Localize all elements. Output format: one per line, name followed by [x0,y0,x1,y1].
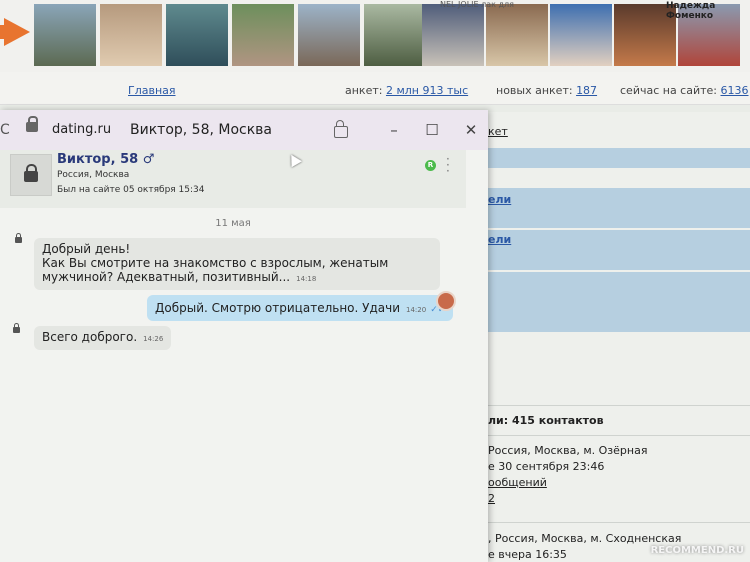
message-time: 14:18 [296,275,317,283]
watermark: RECOMMEND.RU [650,545,744,556]
contact-location: , Россия, Москва, м. Сходненская [488,532,682,545]
row-link[interactable]: ели [488,193,511,206]
new-ankets-label: новых анкет: [496,84,573,97]
photo-thumb[interactable] [166,4,228,66]
message-text: Добрый. Смотрю отрицательно. Удачи [155,301,400,315]
messages-link[interactable]: ообщений [488,476,547,489]
photo-strip: NEL JOLIE лак для Надежда Фоменко [0,0,750,72]
profile-name[interactable]: Виктор, 58 ♂ [57,152,154,167]
list-row[interactable] [488,230,750,270]
reload-icon[interactable]: C [0,122,10,138]
outgoing-message[interactable]: Добрый. Смотрю отрицательно. Удачи 14:20 ✓… [147,295,454,321]
message-text: Всего доброго. [42,330,138,344]
profile-header: Виктор, 58 ♂ Россия, Москва Был на сайте… [0,150,466,208]
minimize-button[interactable]: – [384,120,404,140]
lock-icon [24,164,38,182]
lock-icon [15,233,22,243]
profile-location: Россия, Москва [57,170,130,180]
incoming-message[interactable]: Всего доброго. 14:26 [34,326,172,350]
incoming-message[interactable]: Добрый день! Как Вы смотрите на знакомст… [34,238,440,290]
padlock-icon[interactable] [334,120,348,138]
photo-thumb[interactable] [100,4,162,66]
title-bar[interactable]: C dating.ru Виктор, 58, Москва – ☐ ✕ [0,110,488,150]
contact-last-seen: е 30 сентября 23:46 [488,460,605,473]
photo-thumb[interactable] [550,4,612,66]
photo-thumb[interactable] [422,4,484,66]
maximize-button[interactable]: ☐ [422,120,442,140]
window-title: Виктор, 58, Москва [130,122,273,138]
message-line: Добрый день! [42,242,131,256]
online-label: сейчас на сайте: [620,84,717,97]
list-row[interactable] [488,188,750,228]
contacts-count: ли: 415 контактов [488,414,604,427]
ankets-stat: анкет: 2 млн 913 тыс [345,84,468,97]
list-row [488,272,750,332]
name-tag[interactable]: Надежда Фоменко [666,1,750,21]
ankets-value-link[interactable]: 2 млн 913 тыс [386,84,468,97]
divider [488,405,750,406]
photo-thumb[interactable] [486,4,548,66]
new-ankets-link[interactable]: 187 [576,84,597,97]
photo-thumb[interactable] [34,4,96,66]
ticker-text: NEL JOLIE лак для [440,0,514,9]
online-stat: сейчас на сайте: 6136 [620,84,749,97]
lock-icon [13,323,20,333]
contact-last-seen: е вчера 16:35 [488,548,567,561]
photo-thumb[interactable] [364,4,426,66]
new-ankets-stat: новых анкет: 187 [496,84,597,97]
chat-window: C dating.ru Виктор, 58, Москва – ☐ ✕ Вик… [0,110,488,562]
url-label: dating.ru [52,122,112,137]
count-link[interactable]: 2 [488,492,495,505]
message-line: мужчиной? Адекватный, позитивный... 14:18 [42,270,432,286]
list-row [488,148,750,168]
main-link[interactable]: Главная [128,84,176,97]
background-content [488,112,750,562]
online-badge: R [425,160,436,171]
profile-last-seen: Был на сайте 05 октября 15:34 [57,185,205,195]
message-time: 14:26 [143,335,164,343]
anket-link[interactable]: кет [488,125,508,138]
avatar[interactable] [10,154,52,196]
ankets-label: анкет: [345,84,383,97]
lock-icon [26,116,38,132]
contact-location: Россия, Москва, м. Озёрная [488,444,648,457]
scrollbar[interactable] [466,150,488,562]
row-link[interactable]: ели [488,233,511,246]
more-options-icon[interactable]: · · · [446,153,450,177]
online-value-link[interactable]: 6136 [721,84,749,97]
message-line: Как Вы смотрите на знакомство с взрослым… [42,256,389,270]
arrow-right-icon[interactable] [4,18,30,46]
photo-thumb[interactable] [298,4,360,66]
divider [488,522,750,523]
divider [488,435,750,436]
date-separator: 11 мая [215,218,251,229]
my-avatar[interactable] [436,291,456,311]
message-text: мужчиной? Адекватный, позитивный... [42,270,291,284]
message-time: 14:20 [406,306,427,314]
photo-thumb[interactable] [232,4,294,66]
close-button[interactable]: ✕ [461,120,481,140]
